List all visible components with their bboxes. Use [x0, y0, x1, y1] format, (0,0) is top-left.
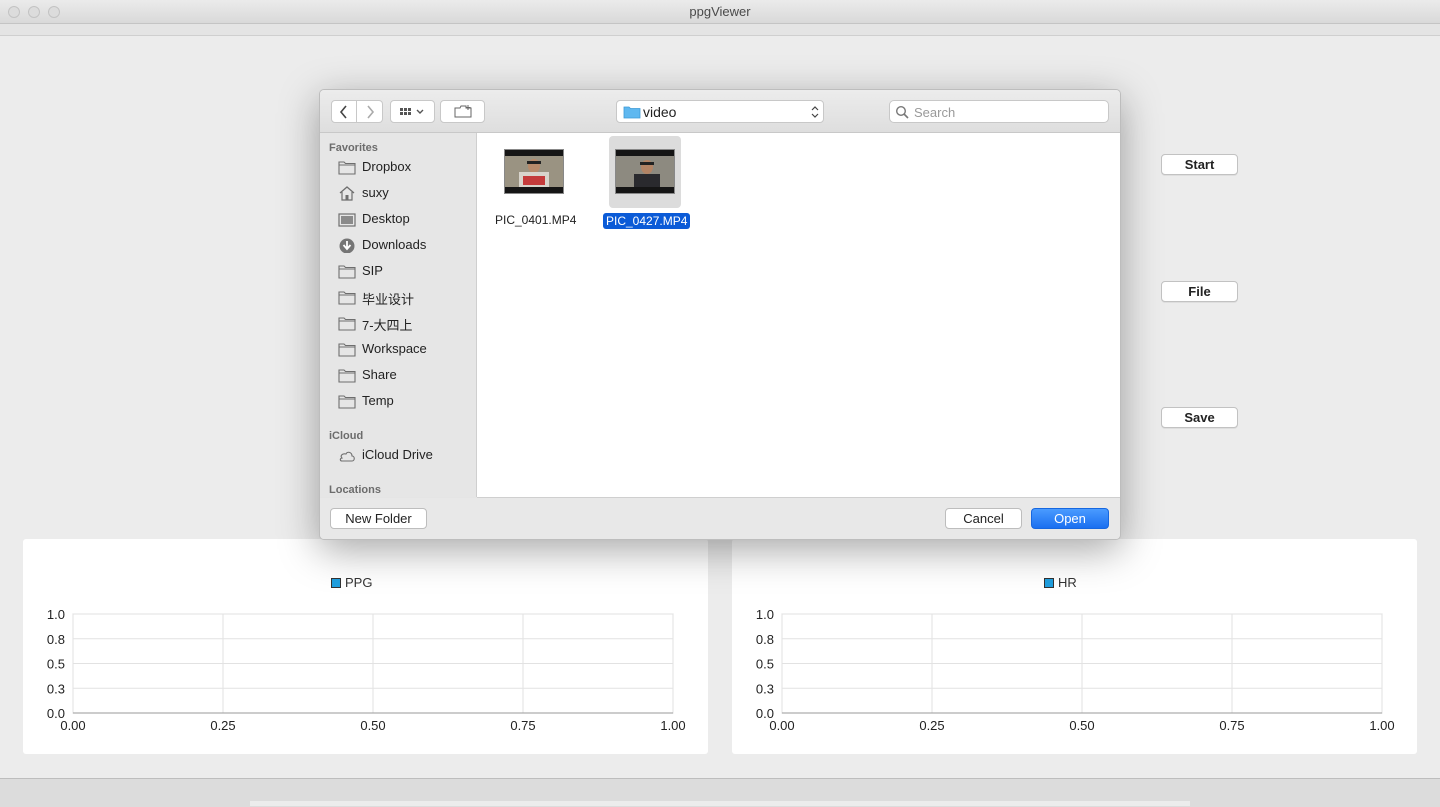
nav-buttons	[331, 100, 384, 123]
thumbnail-image	[616, 150, 674, 193]
ppg-chart-panel: PPG 0.00 0.25 0.50 0.75 1.00 0.0 0.3 0.5 0.8 1.0	[23, 539, 708, 754]
y-tick-label: 0.8	[47, 632, 65, 647]
x-tick-label: 1.00	[660, 718, 685, 733]
favorites-header: Favorites	[329, 142, 378, 154]
chevron-left-icon	[339, 104, 347, 119]
download-icon	[339, 238, 355, 253]
desktop-icon	[338, 213, 356, 227]
thumbnail-image	[505, 150, 563, 193]
y-tick-label: 0.3	[756, 681, 774, 696]
locations-header: Locations	[329, 484, 381, 496]
new-folder-icon	[454, 105, 471, 118]
folder-icon	[338, 343, 356, 357]
ppg-chart: 0.00 0.25 0.50 0.75 1.000.00.30.50.81.0	[47, 607, 686, 733]
location-label: video	[643, 104, 677, 120]
folder-icon	[338, 395, 356, 409]
file-button[interactable]: File	[1161, 281, 1238, 302]
file-item-selected[interactable]: PIC_0427.MP4	[599, 136, 691, 231]
grid-view-icon	[399, 107, 423, 115]
icloud-header: iCloud	[329, 430, 364, 442]
video-thumbnail-icon	[504, 149, 564, 194]
y-tick-label: 0.3	[47, 681, 65, 696]
sidebar-item-label: Downloads	[362, 237, 427, 252]
y-tick-label: 0.0	[756, 706, 774, 721]
search-icon	[895, 105, 909, 119]
sidebar-item-label: suxy	[362, 185, 389, 200]
sidebar-item[interactable]: Temp	[338, 390, 474, 412]
start-button[interactable]: Start	[1161, 154, 1238, 175]
sidebar-item[interactable]: Share	[338, 364, 474, 386]
sidebar-item[interactable]: Downloads	[338, 234, 474, 256]
updown-chevron-icon	[811, 106, 819, 118]
sidebar-item-label: Desktop	[362, 211, 410, 226]
y-tick-label: 1.0	[47, 607, 65, 622]
toolbar-strip	[0, 24, 1440, 36]
file-item[interactable]: PIC_0401.MP4	[490, 141, 580, 231]
save-button[interactable]: Save	[1161, 407, 1238, 428]
sidebar-item-label: Workspace	[362, 341, 427, 356]
x-tick-label: 0.50	[1069, 718, 1094, 733]
sidebar-item-label: Share	[362, 367, 397, 382]
x-tick-label: 0.75	[510, 718, 535, 733]
hr-chart-panel: HR 0.00 0.25 0.50 0.75 1.00 0.0 0.3 0.5 0.8 1.0	[732, 539, 1417, 754]
x-tick-label: 0.25	[919, 718, 944, 733]
sidebar-item[interactable]: iCloud Drive	[338, 444, 474, 466]
x-tick-label: 0.50	[360, 718, 385, 733]
x-tick-label: 0.25	[210, 718, 235, 733]
view-mode-button[interactable]	[390, 100, 435, 123]
x-tick-label: 1.00	[1369, 718, 1394, 733]
sidebar-item-label: 7-大四上	[362, 318, 413, 333]
cloud-icon	[339, 451, 355, 462]
y-tick-label: 0.0	[47, 706, 65, 721]
y-tick-label: 0.5	[47, 657, 65, 672]
search-field[interactable]	[889, 100, 1109, 123]
folder-icon	[338, 369, 356, 383]
sidebar-item[interactable]: suxy	[338, 182, 474, 204]
folder-icon	[338, 317, 356, 331]
open-button[interactable]: Open	[1031, 508, 1109, 529]
sidebar-item[interactable]: Workspace	[338, 338, 474, 360]
sidebar-item[interactable]: Dropbox	[338, 156, 474, 178]
sidebar-item-label: Temp	[362, 393, 394, 408]
folder-icon	[338, 291, 356, 305]
back-button[interactable]	[331, 100, 357, 123]
hr-chart: 0.00 0.25 0.50 0.75 1.000.00.30.50.81.0	[756, 607, 1395, 733]
sidebar-item-label: iCloud Drive	[362, 447, 433, 462]
dialog-footer: New Folder Cancel Open	[320, 498, 1120, 539]
window-title: ppgViewer	[689, 4, 751, 19]
bottom-strip	[250, 801, 1190, 806]
sidebar-item[interactable]: Desktop	[338, 208, 474, 230]
video-thumbnail-icon	[615, 149, 675, 194]
y-tick-label: 0.5	[756, 657, 774, 672]
sidebar-item[interactable]: 毕业设计	[338, 286, 474, 308]
sidebar-item-label: SIP	[362, 263, 383, 278]
y-tick-label: 0.8	[756, 632, 774, 647]
chevron-right-icon	[366, 104, 374, 119]
file-name: PIC_0401.MP4	[495, 213, 577, 227]
cancel-button[interactable]: Cancel	[945, 508, 1022, 529]
window-titlebar: ppgViewer	[0, 0, 1440, 24]
y-tick-label: 1.0	[756, 607, 774, 622]
folder-icon	[338, 161, 356, 175]
sidebar-item[interactable]: 7-大四上	[338, 312, 474, 334]
home-icon	[339, 186, 355, 201]
file-name: PIC_0427.MP4	[603, 213, 691, 229]
sidebar-item[interactable]: SIP	[338, 260, 474, 282]
dialog-sidebar: Favorites Dropbox suxy Desktop Downloads SIP…	[320, 133, 477, 497]
folder-icon	[338, 265, 356, 279]
location-popup[interactable]: video	[616, 100, 824, 123]
new-folder-button[interactable]: New Folder	[330, 508, 427, 529]
x-tick-label: 0.75	[1219, 718, 1244, 733]
file-browser: PIC_0401.MP4 PIC_0427.MP4	[477, 133, 1120, 498]
new-folder-toolbar-button[interactable]	[440, 100, 485, 123]
open-file-dialog: video Favorites Dropbox suxy Desktop Downlo…	[319, 89, 1121, 540]
sidebar-item-label: Dropbox	[362, 159, 412, 174]
forward-button[interactable]	[357, 100, 383, 123]
search-input[interactable]	[912, 103, 1106, 122]
dialog-toolbar: video	[320, 90, 1120, 133]
sidebar-item-label: 毕业设计	[362, 292, 415, 307]
folder-icon	[623, 106, 641, 119]
